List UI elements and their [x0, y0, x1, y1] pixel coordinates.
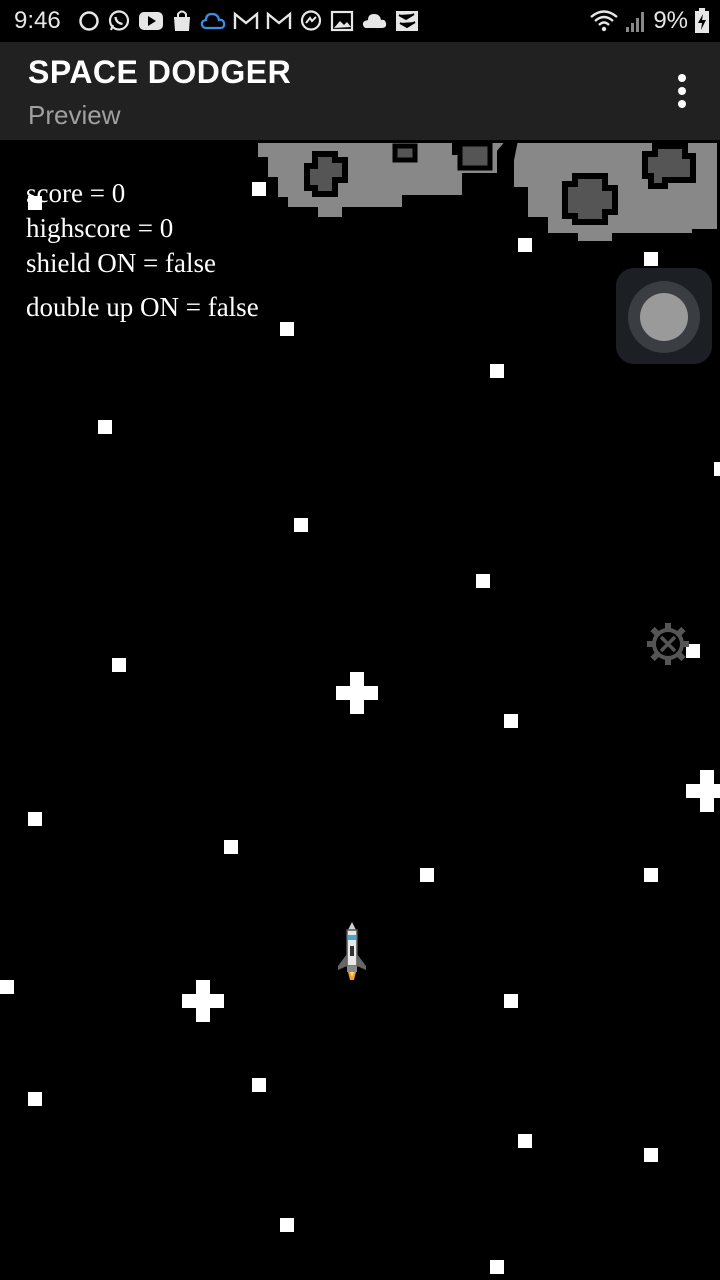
- star: [504, 994, 518, 1008]
- star: [280, 322, 294, 336]
- star: [490, 1260, 504, 1274]
- notification-icons: [78, 8, 420, 34]
- joystick-knob[interactable]: [640, 293, 688, 341]
- rocket-icon: [338, 922, 366, 980]
- system-status: 9%: [589, 6, 710, 36]
- star: [644, 1148, 658, 1162]
- star: [490, 364, 504, 378]
- plus-star: [686, 770, 720, 812]
- star: [98, 420, 112, 434]
- battery-charging-icon: [695, 8, 709, 33]
- shopping-bag-icon: [174, 10, 190, 31]
- star: [420, 868, 434, 882]
- asteroid-icon: [255, 140, 720, 247]
- star: [0, 980, 14, 994]
- star: [28, 812, 42, 826]
- plus-star: [336, 672, 378, 714]
- messenger-icon: [300, 10, 322, 31]
- battery-percent: 9%: [653, 7, 688, 34]
- plus-star: [182, 980, 224, 1022]
- highscore-label: highscore = 0: [26, 213, 174, 243]
- score-label: score = 0: [26, 178, 126, 208]
- shield-status-label: shield ON = false: [26, 248, 216, 278]
- settings-gear-icon[interactable]: [644, 620, 692, 668]
- cloud-outline-icon: [200, 12, 226, 30]
- star: [714, 462, 720, 476]
- star: [644, 252, 658, 266]
- gmail-icon: [266, 11, 292, 29]
- app-subtitle: Preview: [28, 100, 121, 130]
- map-icon: [396, 11, 418, 31]
- gmail-icon: [233, 11, 259, 29]
- app-bar: SPACE DODGER Preview: [0, 42, 720, 140]
- star: [224, 840, 238, 854]
- star: [504, 714, 518, 728]
- star: [518, 1134, 532, 1148]
- star: [280, 1218, 294, 1232]
- double-up-status-label: double up ON = false: [26, 292, 259, 322]
- status-time: 9:46: [14, 7, 61, 34]
- star: [644, 868, 658, 882]
- star: [294, 518, 308, 532]
- star: [476, 574, 490, 588]
- signal-icon: [626, 12, 645, 32]
- youtube-icon: [139, 12, 163, 30]
- app-title: SPACE DODGER: [28, 54, 292, 90]
- star: [28, 1092, 42, 1106]
- circle-icon: [79, 11, 99, 31]
- game-canvas[interactable]: score = 0 highscore = 0 shield ON = fals…: [0, 140, 720, 1280]
- star: [252, 182, 266, 196]
- more-vert-icon[interactable]: [666, 74, 698, 108]
- star: [252, 1078, 266, 1092]
- status-bar: 9:46 9%: [0, 0, 720, 42]
- star: [518, 238, 532, 252]
- gallery-icon: [330, 10, 354, 32]
- cloud-icon: [362, 14, 387, 28]
- whatsapp-icon: [108, 10, 130, 31]
- wifi-icon: [590, 10, 619, 32]
- star: [112, 658, 126, 672]
- joystick[interactable]: [616, 268, 712, 364]
